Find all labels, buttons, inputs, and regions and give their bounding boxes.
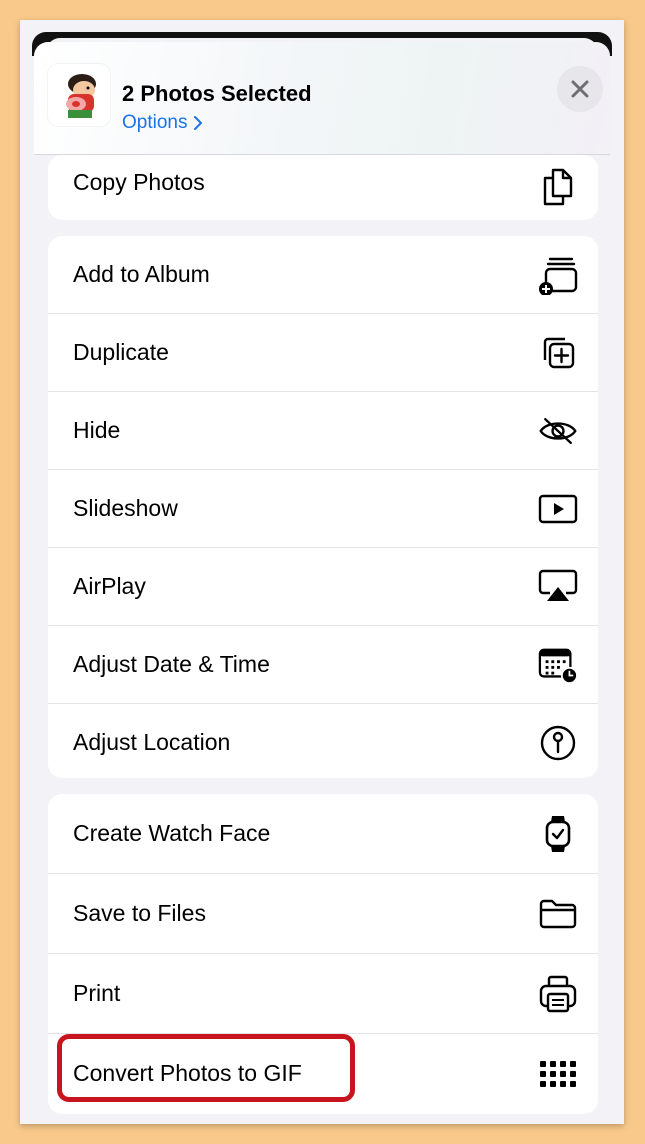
action-add-to-album[interactable]: Add to Album <box>48 236 598 314</box>
airplay-icon <box>538 567 578 607</box>
action-label: Adjust Location <box>73 729 231 755</box>
action-label: Copy Photos <box>73 169 205 195</box>
chevron-right-icon <box>194 116 203 130</box>
folder-icon <box>538 894 578 934</box>
photo-thumbnail <box>48 64 110 126</box>
calendar-clock-icon <box>538 645 578 685</box>
options-label: Options <box>122 112 188 133</box>
action-label: Add to Album <box>73 261 210 287</box>
location-pin-icon <box>538 723 578 763</box>
grid-dots-icon <box>538 1054 578 1094</box>
share-sheet-frame: 2 Photos Selected Options Copy Photos Ad… <box>20 20 624 1124</box>
action-hide[interactable]: Hide <box>48 392 598 470</box>
cartoon-character-thumbnail <box>66 74 96 118</box>
action-print[interactable]: Print <box>48 954 598 1034</box>
close-button[interactable] <box>557 66 603 112</box>
action-create-watch-face[interactable]: Create Watch Face <box>48 794 598 874</box>
action-slideshow[interactable]: Slideshow <box>48 470 598 548</box>
action-label: Print <box>73 980 121 1006</box>
action-group-more: Create Watch Face Save to Files Print Co… <box>48 794 598 1114</box>
play-rectangle-icon <box>538 489 578 529</box>
printer-icon <box>538 974 578 1014</box>
watch-icon <box>538 814 578 854</box>
action-group-copy: Copy Photos <box>48 155 598 220</box>
action-airplay[interactable]: AirPlay <box>48 548 598 626</box>
action-group-photos: Add to Album Duplicate Hide Slideshow Ai… <box>48 236 598 778</box>
action-label: Adjust Date & Time <box>73 651 270 677</box>
action-duplicate[interactable]: Duplicate <box>48 314 598 392</box>
share-sheet: 2 Photos Selected Options Copy Photos Ad… <box>20 20 624 1124</box>
action-label: Duplicate <box>73 339 169 365</box>
page-title: 2 Photos Selected <box>122 81 312 106</box>
action-label: Create Watch Face <box>73 820 271 846</box>
action-label: Hide <box>73 417 121 443</box>
action-convert-photos-to-gif[interactable]: Convert Photos to GIF <box>48 1034 598 1113</box>
action-label: Save to Files <box>73 900 206 926</box>
action-adjust-location[interactable]: Adjust Location <box>48 704 598 778</box>
action-label: AirPlay <box>73 573 146 599</box>
eye-slash-icon <box>538 411 578 451</box>
copy-icon <box>538 167 578 207</box>
action-adjust-date-time[interactable]: Adjust Date & Time <box>48 626 598 704</box>
duplicate-icon <box>538 333 578 373</box>
add-to-album-icon <box>538 255 578 295</box>
action-label: Convert Photos to GIF <box>73 1060 302 1086</box>
action-save-to-files[interactable]: Save to Files <box>48 874 598 954</box>
share-sheet-header <box>34 42 610 154</box>
options-button[interactable]: Options <box>122 112 203 134</box>
action-label: Slideshow <box>73 495 178 521</box>
close-icon <box>571 80 589 98</box>
action-copy-photos[interactable]: Copy Photos <box>48 155 598 220</box>
